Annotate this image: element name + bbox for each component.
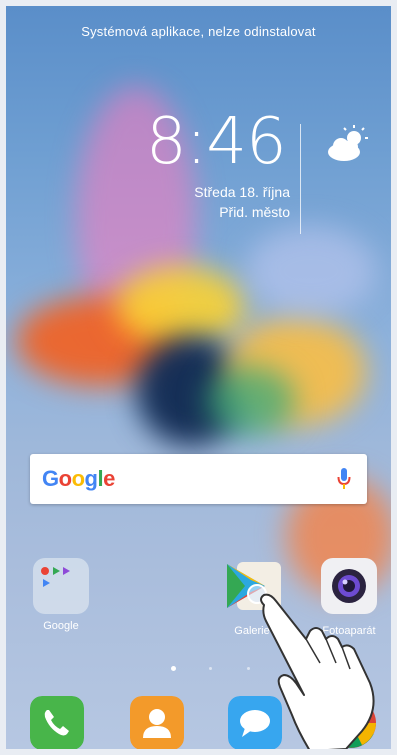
- hand-pointer-icon: [260, 593, 375, 749]
- status-message: Systémová aplikace, nelze odinstalovat: [81, 24, 316, 39]
- widget-divider: [300, 124, 301, 234]
- wallpaper-burst: [116, 266, 246, 346]
- page-dot-active[interactable]: [171, 666, 176, 671]
- clock-date: Středa 18. října: [194, 184, 290, 200]
- google-search-bar[interactable]: Google: [30, 454, 367, 504]
- wallpaper-burst: [206, 366, 296, 436]
- google-folder[interactable]: Google: [30, 558, 92, 632]
- phone-icon[interactable]: [30, 696, 84, 749]
- clock-time[interactable]: 8:46: [146, 110, 287, 174]
- page-indicator: [171, 666, 261, 672]
- google-logo: Google: [42, 466, 115, 491]
- phone-frame: Systémová aplikace, nelze odinstalovat 8…: [0, 0, 397, 755]
- wallpaper-burst: [246, 226, 376, 316]
- folder-icon: [33, 558, 89, 614]
- home-screen: Systémová aplikace, nelze odinstalovat 8…: [6, 6, 391, 749]
- app-label-google: Google: [43, 620, 79, 632]
- page-dot[interactable]: [209, 667, 212, 670]
- weather-icon[interactable]: [324, 124, 370, 164]
- clock-location: Přid. město: [219, 204, 290, 220]
- mic-icon[interactable]: [337, 467, 351, 491]
- contacts-icon[interactable]: [130, 696, 184, 749]
